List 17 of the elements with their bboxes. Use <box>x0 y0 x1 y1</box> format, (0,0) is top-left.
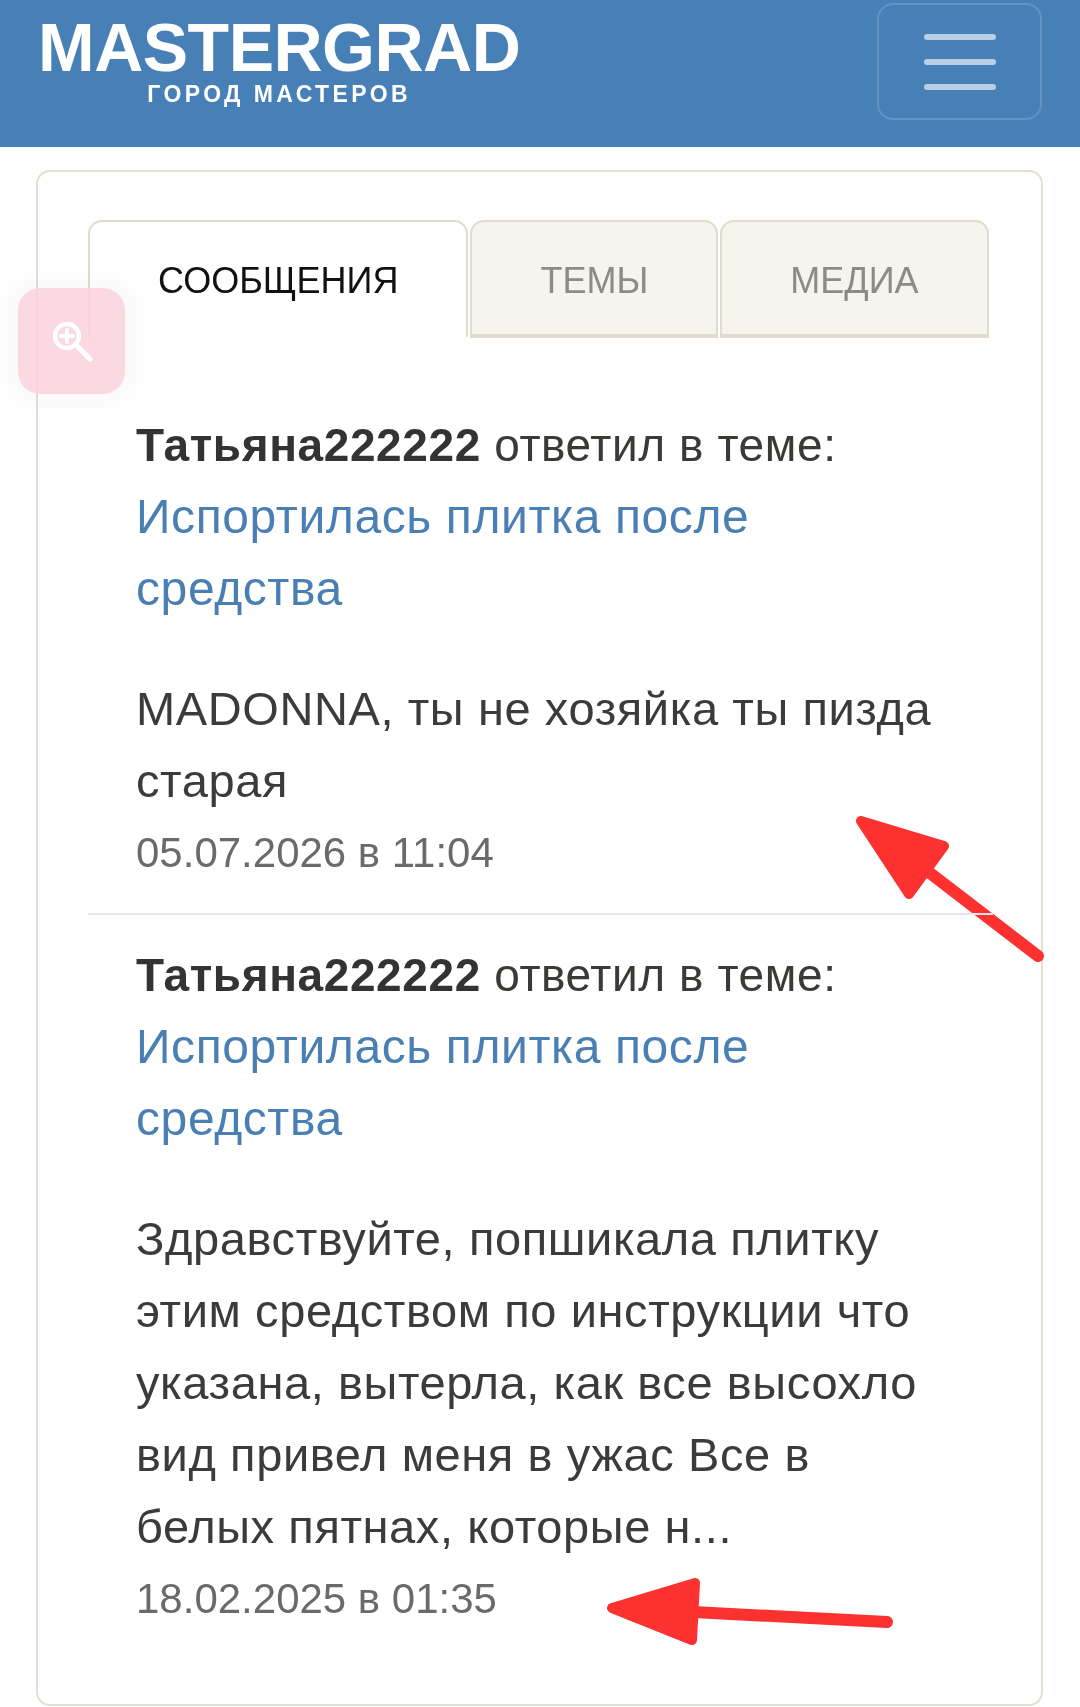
tab[interactable]: ТЕМЫ <box>470 220 719 338</box>
post-byline: Татьяна222222 ответил в теме: <box>136 418 837 473</box>
post-excerpt: MADONNA, ты не хозяйка ты пизда старая <box>136 681 933 809</box>
post-excerpt: Здравствуйте, попшикала плитку этим средством по инструкции что указана, вытерла, как все высохло вид привел меня в ужас Все в белых пятнах, которые н... <box>136 1211 918 1555</box>
post-date: 18.02.2025 в 01:35 <box>136 1574 497 1624</box>
site-logo[interactable]: MASTERGRAD <box>38 13 521 81</box>
zoom-button[interactable] <box>18 288 125 394</box>
topic-link[interactable]: Испортилась плитка после средства <box>136 481 945 625</box>
post-byline: Татьяна222222 ответил в теме: <box>136 948 837 1003</box>
topic-link[interactable]: Испортилась плитка после средства <box>136 1011 945 1155</box>
zoom-in-icon <box>50 320 93 362</box>
tab[interactable]: СООБЩЕНИЯ <box>88 220 469 338</box>
post-date: 05.07.2026 в 11:04 <box>136 828 494 878</box>
menu-icon <box>923 33 996 90</box>
logo-tagline: ГОРОД МАСТЕРОВ <box>147 83 412 106</box>
menu-button[interactable] <box>877 3 1042 120</box>
tab[interactable]: МЕДИА <box>720 220 989 338</box>
